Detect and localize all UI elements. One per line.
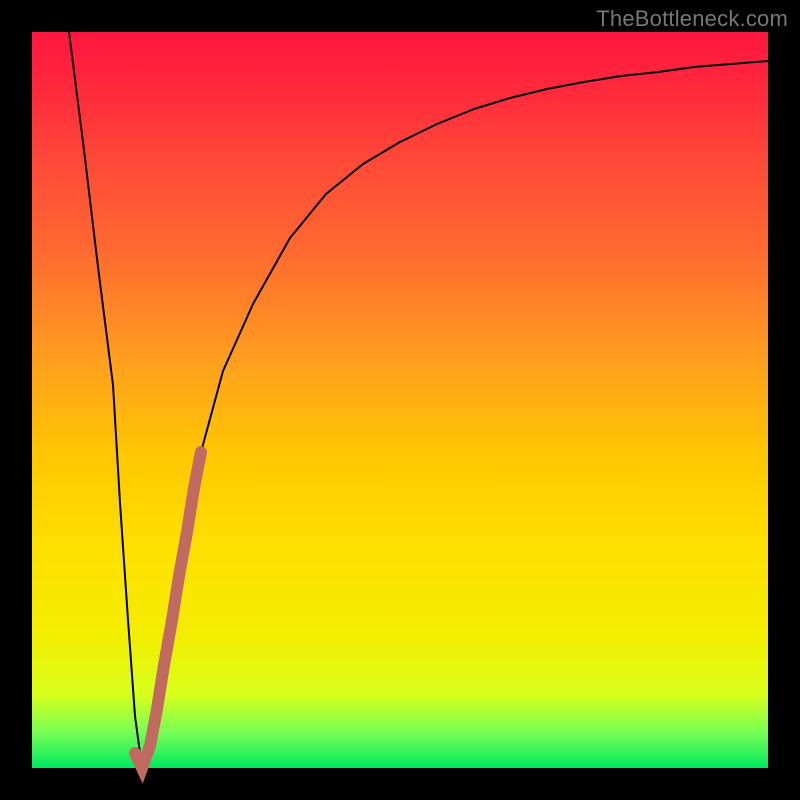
bottleneck-curve: [69, 32, 768, 768]
plot-area: [32, 32, 768, 768]
highlight-segment: [135, 452, 201, 768]
watermark-text: TheBottleneck.com: [596, 6, 788, 32]
chart-svg: [32, 32, 768, 768]
chart-container: TheBottleneck.com: [0, 0, 800, 800]
